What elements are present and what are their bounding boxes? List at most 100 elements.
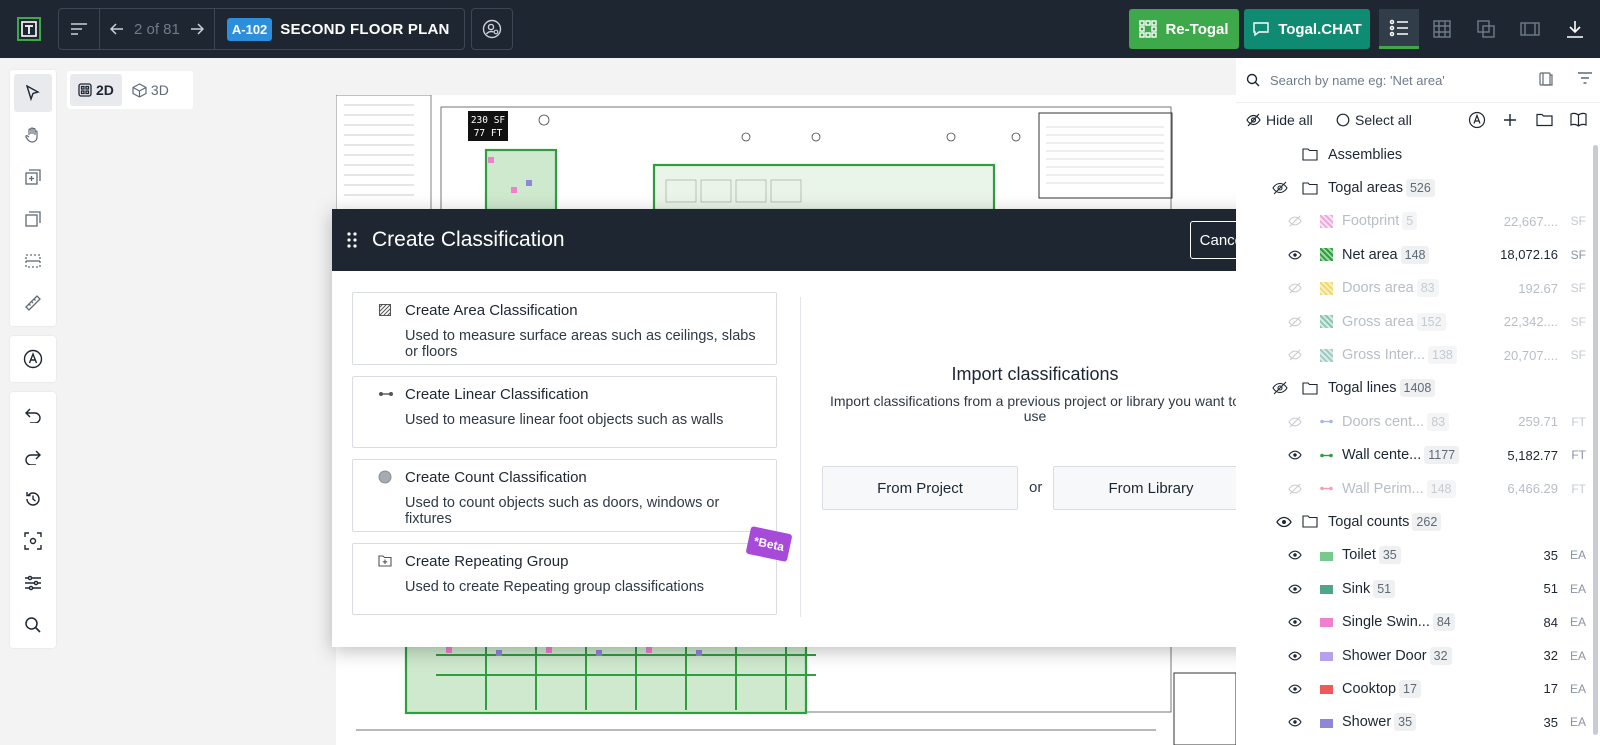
eye-icon[interactable] xyxy=(1288,249,1302,261)
drag-handle-icon[interactable] xyxy=(346,231,358,249)
chat-icon xyxy=(1253,22,1269,37)
table-icon xyxy=(1433,20,1451,38)
create-count-option[interactable]: Create Count Classification Used to coun… xyxy=(352,459,777,532)
eye-off-icon[interactable] xyxy=(1288,483,1302,495)
create-linear-option[interactable]: Create Linear Classification Used to mea… xyxy=(352,376,777,448)
eye-icon[interactable] xyxy=(1288,583,1302,595)
eye-off-icon[interactable] xyxy=(1272,181,1288,195)
sheet-navigator: 2 of 81 A-102 SECOND FLOOR PLAN xyxy=(58,8,465,50)
list-icon xyxy=(1389,19,1408,36)
eye-off-icon[interactable] xyxy=(1288,349,1302,361)
library-icon[interactable] xyxy=(1538,71,1554,87)
add-area-tool[interactable] xyxy=(14,158,52,196)
subtract-area-tool[interactable] xyxy=(14,200,52,238)
user-gear-icon xyxy=(482,19,501,39)
history-button[interactable] xyxy=(14,480,52,518)
class-row-single-swing[interactable]: Single Swin... 84 84 EA xyxy=(1236,605,1600,638)
create-repeating-group-option[interactable]: Create Repeating Group Used to create Re… xyxy=(352,543,777,615)
ai-tools xyxy=(10,336,56,382)
search-drawing-button[interactable] xyxy=(14,606,52,644)
modal-divider xyxy=(800,297,801,617)
select-all-button[interactable]: Select all xyxy=(1336,112,1412,128)
eye-off-icon[interactable] xyxy=(1288,316,1302,328)
user-settings-button[interactable] xyxy=(472,9,512,49)
class-row-doors-centerline[interactable]: Doors cent... 83 259.71 FT xyxy=(1236,405,1600,438)
view-3d-button[interactable]: 3D xyxy=(124,74,177,106)
compare-button[interactable] xyxy=(1466,9,1506,49)
folder-icon xyxy=(1302,148,1318,161)
retogal-button[interactable]: Re-Togal xyxy=(1129,9,1239,49)
history-tools xyxy=(10,392,56,648)
eye-icon[interactable] xyxy=(1288,716,1302,728)
group-togal-counts[interactable]: Togal counts 262 xyxy=(1236,505,1600,538)
group-togal-areas[interactable]: Togal areas 526 xyxy=(1236,171,1600,204)
hide-all-button[interactable]: Hide all xyxy=(1246,112,1313,128)
panel-scrollbar[interactable] xyxy=(1593,145,1598,735)
create-area-option[interactable]: Create Area Classification Used to measu… xyxy=(352,292,777,365)
panel-actions: Hide all Select all xyxy=(1236,102,1600,136)
sheet-view-button[interactable] xyxy=(1510,9,1550,49)
arrow-right-icon[interactable] xyxy=(190,23,204,35)
class-row-footprint[interactable]: Footprint 5 22,667.... SF xyxy=(1236,205,1600,238)
eye-off-icon[interactable] xyxy=(1288,282,1302,294)
undo-button[interactable] xyxy=(14,396,52,434)
from-library-button[interactable]: From Library xyxy=(1053,466,1249,510)
from-project-button[interactable]: From Project xyxy=(822,466,1018,510)
assemblies-folder[interactable]: Assemblies xyxy=(1236,138,1600,171)
focus-button[interactable] xyxy=(14,522,52,560)
class-row-gross-interior[interactable]: Gross Inter... 138 20,707.... SF xyxy=(1236,338,1600,371)
page-counter: 2 of 81 xyxy=(134,20,180,38)
redo-button[interactable] xyxy=(14,438,52,476)
adjust-button[interactable] xyxy=(14,564,52,602)
pager: 2 of 81 xyxy=(100,21,214,38)
area-subtract-icon xyxy=(25,211,41,227)
select-tool[interactable] xyxy=(14,74,52,112)
plus-icon[interactable] xyxy=(1503,113,1517,127)
top-bar: 2 of 81 A-102 SECOND FLOOR PLAN Re-Togal… xyxy=(0,0,1600,58)
arrow-left-icon[interactable] xyxy=(110,23,124,35)
eye-icon[interactable] xyxy=(1288,549,1302,561)
filter-icon[interactable] xyxy=(1577,71,1593,85)
split-tool[interactable] xyxy=(14,242,52,280)
class-row-net-area[interactable]: Net area 148 18,072.16 SF xyxy=(1236,238,1600,271)
sheet-list-button[interactable] xyxy=(59,9,99,49)
class-row-doors-area[interactable]: Doors area 83 192.67 SF xyxy=(1236,272,1600,305)
eye-icon[interactable] xyxy=(1288,616,1302,628)
eye-icon[interactable] xyxy=(1288,449,1302,461)
class-row-shower[interactable]: Shower 35 35 EA xyxy=(1236,706,1600,739)
class-row-gross-area[interactable]: Gross area 152 22,342.... SF xyxy=(1236,305,1600,338)
history-icon xyxy=(26,492,40,506)
app-logo[interactable] xyxy=(0,0,58,58)
view-2d-button[interactable]: 2D xyxy=(70,74,122,106)
eye-off-icon[interactable] xyxy=(1288,416,1302,428)
ai-icon xyxy=(23,349,43,369)
togal-chat-button[interactable]: Togal.CHAT xyxy=(1244,9,1370,49)
search-input[interactable]: Search by name eg: 'Net area' xyxy=(1270,73,1510,88)
download-button[interactable] xyxy=(1555,9,1595,49)
class-row-wall-centerline[interactable]: Wall cente... 1177 5,182.77 FT xyxy=(1236,439,1600,472)
folder-icon xyxy=(1302,515,1318,529)
eye-icon[interactable] xyxy=(1288,683,1302,695)
folder-icon[interactable] xyxy=(1536,113,1553,127)
eye-icon[interactable] xyxy=(1288,650,1302,662)
pan-tool[interactable] xyxy=(14,116,52,154)
table-view-button[interactable] xyxy=(1422,9,1462,49)
sheet-selector[interactable]: A-102 SECOND FLOOR PLAN xyxy=(215,17,464,41)
group-togal-lines[interactable]: Togal lines 1408 xyxy=(1236,372,1600,405)
eye-icon[interactable] xyxy=(1276,515,1292,529)
ai-icon[interactable] xyxy=(1468,111,1486,129)
class-row-toilet[interactable]: Toilet 35 35 EA xyxy=(1236,539,1600,572)
classification-list-button[interactable] xyxy=(1379,9,1419,49)
measure-tool[interactable] xyxy=(14,284,52,322)
class-row-sink[interactable]: Sink 51 51 EA xyxy=(1236,572,1600,605)
folder-icon xyxy=(1302,182,1318,195)
class-row-cooktop[interactable]: Cooktop 17 17 EA xyxy=(1236,672,1600,705)
eye-off-icon xyxy=(1246,113,1261,126)
split-icon xyxy=(25,254,41,268)
class-row-wall-perimeter[interactable]: Wall Perim... 148 6,466.29 FT xyxy=(1236,472,1600,505)
eye-off-icon[interactable] xyxy=(1288,215,1302,227)
eye-off-icon[interactable] xyxy=(1272,381,1288,395)
book-icon[interactable] xyxy=(1570,112,1587,127)
ai-assist-button[interactable] xyxy=(14,340,52,378)
class-row-shower-door[interactable]: Shower Door 32 32 EA xyxy=(1236,639,1600,672)
